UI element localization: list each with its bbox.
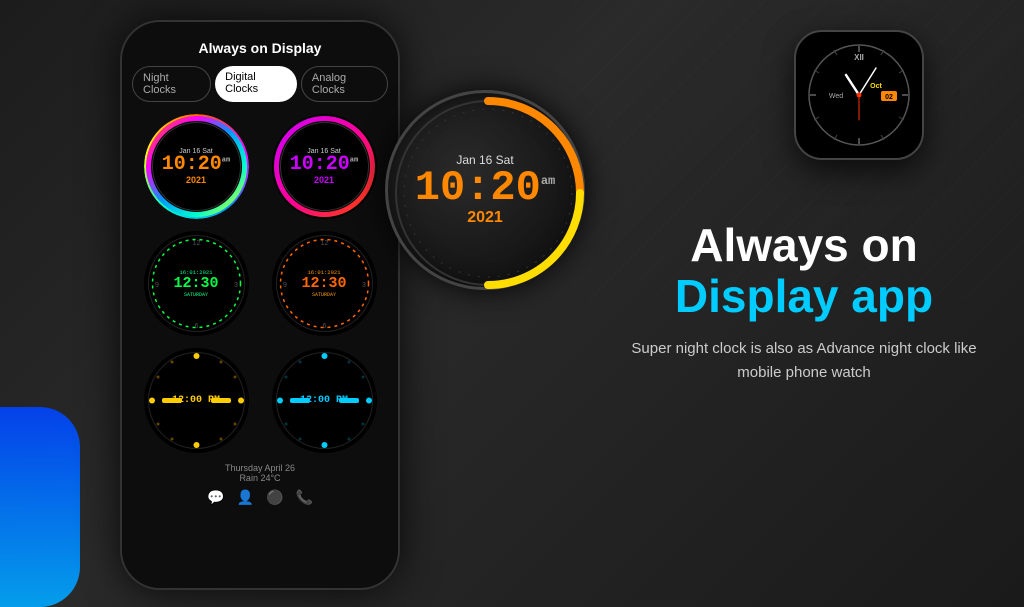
right-text-section: Always on Display app Super night clock … [614, 220, 994, 385]
svg-text:12: 12 [320, 240, 328, 247]
svg-text:Oct: Oct [870, 83, 882, 90]
svg-text:Wed: Wed [829, 93, 843, 100]
clock-grid: Jan 16 Sat 10:20am 2021 [122, 114, 398, 453]
clock-item-5[interactable]: 12:00 PM [138, 348, 254, 453]
tab-analog[interactable]: Analog Clocks [301, 66, 388, 102]
large-clock-face: Jan 16 Sat 10:20am 2021 [415, 153, 555, 227]
svg-text:3: 3 [234, 282, 238, 289]
clock3-time: 12:30 [173, 276, 218, 293]
svg-text:3: 3 [362, 282, 366, 289]
svg-text:6: 6 [194, 323, 198, 330]
weather-section: Thursday April 26 Rain 24°C 💬 👤 ⚫ 📞 [122, 453, 398, 526]
svg-text:6: 6 [322, 323, 326, 330]
svg-text:9: 9 [283, 282, 287, 289]
main-heading: Always on Display app [614, 220, 994, 321]
weather-line2: Rain 24°C [142, 473, 378, 483]
heading-line2: Display app [614, 271, 994, 322]
clock1-year: 2021 [162, 175, 230, 185]
clock-item-2[interactable]: Jan 16 Sat 10:20am 2021 [266, 114, 382, 219]
svg-text:9: 9 [155, 282, 159, 289]
clock3-day: SATURDAY [173, 292, 218, 298]
clock5-time: 12:00 PM [172, 395, 220, 406]
large-clock-display: Jan 16 Sat 10:20am 2021 [385, 90, 585, 290]
watch-mockup: XII Wed Oct 02 [794, 30, 924, 160]
clock6-time: 12:00 PM [300, 395, 348, 406]
phone-app-title: Always on Display [122, 22, 398, 66]
weather-icons-row: 💬 👤 ⚫ 📞 [142, 489, 378, 506]
contacts-icon: 👤 [237, 489, 254, 506]
blue-accent-decoration [0, 407, 80, 607]
clock1-time: 10:20am [162, 155, 230, 175]
svg-text:XII: XII [854, 53, 864, 62]
tab-bar: Night Clocks Digital Clocks Analog Clock… [122, 66, 398, 114]
large-clock-time: 10:20am [415, 167, 555, 209]
app-description: Super night clock is also as Advance nig… [614, 337, 994, 385]
clock2-year: 2021 [290, 175, 358, 185]
dot-icon: ⚫ [266, 489, 283, 506]
tab-night[interactable]: Night Clocks [132, 66, 211, 102]
tab-digital[interactable]: Digital Clocks [215, 66, 297, 102]
clock-item-6[interactable]: 12:00 PM [266, 348, 382, 453]
phone-mockup: Always on Display Night Clocks Digital C… [120, 20, 400, 590]
chat-icon: 💬 [207, 489, 224, 506]
svg-text:02: 02 [885, 94, 893, 101]
watch-face: XII Wed Oct 02 [804, 40, 914, 150]
clock4-time: 12:30 [301, 276, 346, 293]
clock-item-4[interactable]: 12 3 6 9 16:01:2021 12:30 SATURDAY [266, 231, 382, 336]
clock4-day: SATURDAY [301, 292, 346, 298]
clock-item-3[interactable]: 12 3 6 9 16:01:2021 12:30 SATURDAY [138, 231, 254, 336]
phone-icon: 📞 [295, 489, 312, 506]
weather-line1: Thursday April 26 [142, 463, 378, 473]
clock-item-1[interactable]: Jan 16 Sat 10:20am 2021 [138, 114, 254, 219]
clock2-time: 10:20am [290, 155, 358, 175]
heading-line1: Always on [614, 220, 994, 271]
svg-text:12: 12 [192, 240, 200, 247]
